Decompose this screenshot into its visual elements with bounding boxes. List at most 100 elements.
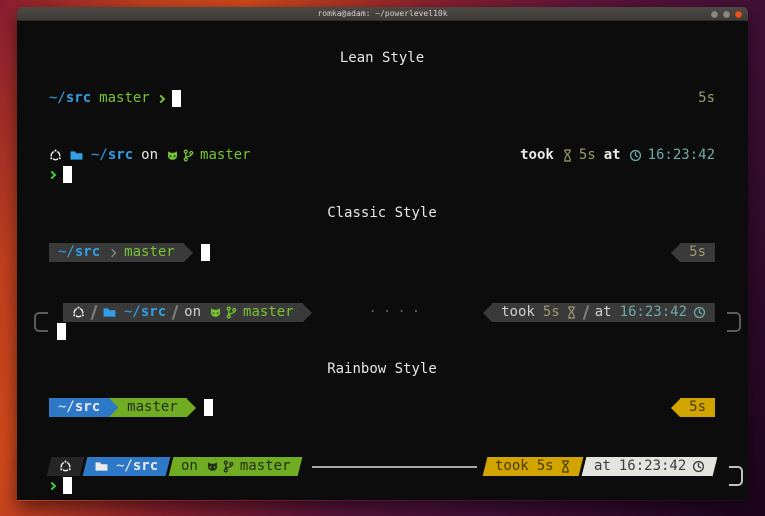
rainbow-dir-segment: ~/src	[83, 457, 171, 476]
chevron-right-icon	[48, 481, 56, 489]
minimize-button[interactable]	[711, 11, 718, 18]
clock-icon	[693, 306, 706, 319]
folder-icon	[95, 461, 108, 472]
close-button[interactable]	[735, 11, 742, 18]
dir-name: src	[66, 89, 91, 108]
classic-left-segment: ~/src on master	[63, 303, 303, 322]
chevron-right-icon	[48, 170, 56, 178]
clock-icon	[692, 460, 705, 473]
section-title-text: Lean Style	[340, 49, 424, 68]
duration-label: 5s	[579, 146, 596, 165]
lean-prompt-two-line-top: ~/src on master took 5s at	[49, 146, 715, 165]
segment-separator-icon	[108, 248, 116, 256]
desktop-background: romka@adam: ~/powerlevel10k Lean Style ~…	[0, 0, 765, 516]
section-title-classic: Classic Style	[49, 204, 715, 223]
rainbow-git-segment: master	[118, 398, 187, 417]
on-label: on	[181, 457, 198, 476]
powerline-arrow-icon	[184, 244, 193, 262]
dir-prefix: ~/	[58, 398, 75, 417]
git-branch-icon	[226, 306, 237, 319]
classic-two-line-top: ~/src on master ····	[49, 303, 715, 322]
terminal-cursor	[57, 323, 66, 340]
lean-prompt-single: ~/src master 5s	[49, 89, 715, 108]
classic-left-segment: ~/src master	[49, 243, 184, 262]
maximize-button[interactable]	[723, 11, 730, 18]
git-branch-label: master	[124, 243, 175, 262]
rainbow-os-segment	[47, 457, 85, 476]
lean-prompt-two-line-bottom	[49, 165, 715, 184]
took-label: took	[495, 457, 529, 476]
git-branch-label: master	[99, 89, 150, 108]
time-label: 16:23:42	[648, 146, 715, 165]
duration-label: 5s	[689, 398, 706, 417]
dir-name: src	[141, 303, 166, 322]
octocat-icon	[209, 307, 222, 319]
git-branch-label: master	[200, 146, 251, 165]
segment-separator-icon	[172, 305, 179, 320]
folder-icon	[103, 307, 116, 318]
section-title-lean: Lean Style	[49, 49, 715, 68]
hourglass-icon	[562, 149, 573, 162]
terminal-window: romka@adam: ~/powerlevel10k Lean Style ~…	[17, 7, 748, 501]
window-title: romka@adam: ~/powerlevel10k	[317, 9, 447, 18]
window-titlebar[interactable]: romka@adam: ~/powerlevel10k	[17, 7, 748, 21]
prompt-frame-left	[34, 312, 48, 332]
hourglass-icon	[560, 460, 571, 473]
segment-separator-icon	[91, 305, 98, 320]
powerline-arrow-icon	[671, 244, 680, 262]
rainbow-prompt-single: ~/src master 5s	[49, 398, 715, 417]
git-branch-label: master	[243, 303, 294, 322]
dir-prefix: ~/	[124, 303, 141, 322]
segment-separator-icon	[582, 305, 589, 320]
rainbow-duration-segment: 5s	[680, 398, 715, 417]
classic-prompt-single: ~/src master 5s	[49, 243, 715, 262]
terminal-cursor	[201, 244, 210, 261]
time-label: 16:23:42	[619, 457, 686, 476]
dir-name: src	[75, 243, 100, 262]
powerline-arrow-icon	[671, 399, 680, 417]
terminal-cursor	[63, 166, 72, 183]
prompt-frame-right	[729, 466, 743, 486]
on-label: on	[184, 303, 201, 322]
git-branch-icon	[183, 149, 194, 162]
at-label: at	[604, 146, 621, 165]
on-label: on	[141, 146, 158, 165]
classic-right-segment: 5s	[680, 243, 715, 262]
took-label: took	[501, 303, 535, 322]
git-branch-label: master	[240, 457, 291, 476]
dir-prefix: ~/	[116, 457, 133, 476]
hourglass-icon	[566, 306, 577, 319]
rainbow-dir-segment: ~/src	[49, 398, 109, 417]
octocat-icon	[206, 461, 219, 473]
powerline-arrow-icon	[483, 304, 492, 322]
rainbow-git-segment: on master	[169, 457, 303, 476]
terminal-cursor	[172, 90, 181, 107]
at-label: at	[594, 457, 611, 476]
took-label: took	[520, 146, 554, 165]
section-title-text: Rainbow Style	[327, 360, 437, 379]
rainbow-two-line-bottom	[49, 476, 715, 495]
ubuntu-logo-icon	[59, 460, 72, 473]
time-label: 16:23:42	[620, 303, 687, 322]
ubuntu-logo-icon	[72, 306, 85, 319]
dir-name: src	[75, 398, 100, 417]
prompt-filler-dots: ····	[312, 303, 484, 322]
git-branch-icon	[223, 460, 234, 473]
prompt-frame-right	[727, 312, 741, 332]
clock-icon	[629, 149, 642, 162]
duration-label: 5s	[698, 89, 715, 108]
rainbow-duration-segment: took 5s	[483, 457, 583, 476]
git-branch-label: master	[127, 398, 178, 417]
section-title-rainbow: Rainbow Style	[49, 360, 715, 379]
classic-right-segment: took 5s at 16:23:42	[492, 303, 715, 322]
classic-two-line-bottom	[49, 322, 715, 341]
rainbow-time-segment: at 16:23:42	[581, 457, 717, 476]
dir-name: src	[108, 146, 133, 165]
rainbow-two-line-top: ~/src on master took	[49, 457, 715, 476]
terminal-screen[interactable]: Lean Style ~/src master 5s ~/src on	[17, 21, 748, 500]
dir-prefix: ~/	[91, 146, 108, 165]
at-label: at	[595, 303, 612, 322]
window-controls	[711, 7, 742, 21]
classic-prompt-two-line: ~/src on master ····	[49, 303, 715, 341]
folder-icon	[70, 150, 83, 161]
